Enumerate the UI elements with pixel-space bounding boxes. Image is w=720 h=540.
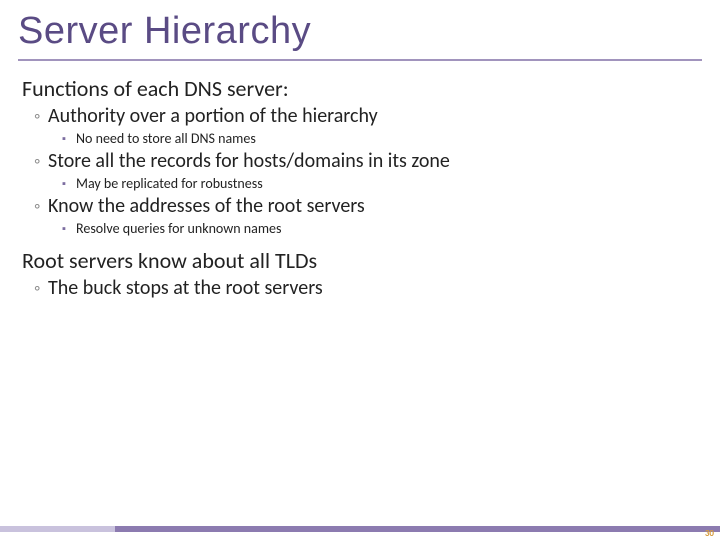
list-item: ◦ Know the addresses of the root servers — [34, 194, 698, 218]
list-subitem: ▪ No need to store all DNS names — [62, 130, 698, 147]
list-item-text: Store all the records for hosts/domains … — [48, 149, 450, 173]
ring-bullet-icon: ◦ — [34, 277, 48, 299]
list-subitem-text: May be replicated for robustness — [76, 175, 263, 192]
list-item: ◦ Store all the records for hosts/domain… — [34, 149, 698, 173]
footer-bar: 30 — [0, 522, 720, 540]
list-item-text: The buck stops at the root servers — [48, 276, 323, 300]
ring-bullet-icon: ◦ — [34, 150, 48, 172]
list-subitem-text: No need to store all DNS names — [76, 130, 256, 147]
list-item: ◦ The buck stops at the root servers — [34, 276, 698, 300]
title-underline — [18, 59, 702, 61]
list-subitem: ▪ Resolve queries for unknown names — [62, 220, 698, 237]
ring-bullet-icon: ◦ — [34, 105, 48, 127]
square-bullet-icon: ▪ — [62, 177, 76, 190]
square-bullet-icon: ▪ — [62, 222, 76, 235]
slide: Server Hierarchy Functions of each DNS s… — [0, 0, 720, 540]
list-item-text: Authority over a portion of the hierarch… — [48, 104, 378, 128]
section-heading: Root servers know about all TLDs — [22, 247, 698, 274]
footer-stripe-dark — [115, 526, 720, 532]
slide-title: Server Hierarchy — [0, 0, 720, 57]
section-heading: Functions of each DNS server: — [22, 75, 698, 102]
list-subitem: ▪ May be replicated for robustness — [62, 175, 698, 192]
list-item: ◦ Authority over a portion of the hierar… — [34, 104, 698, 128]
slide-content: Functions of each DNS server: ◦ Authorit… — [0, 75, 720, 300]
list-item-text: Know the addresses of the root servers — [48, 194, 365, 218]
ring-bullet-icon: ◦ — [34, 195, 48, 217]
list-subitem-text: Resolve queries for unknown names — [76, 220, 281, 237]
page-number: 30 — [705, 528, 714, 539]
square-bullet-icon: ▪ — [62, 132, 76, 145]
